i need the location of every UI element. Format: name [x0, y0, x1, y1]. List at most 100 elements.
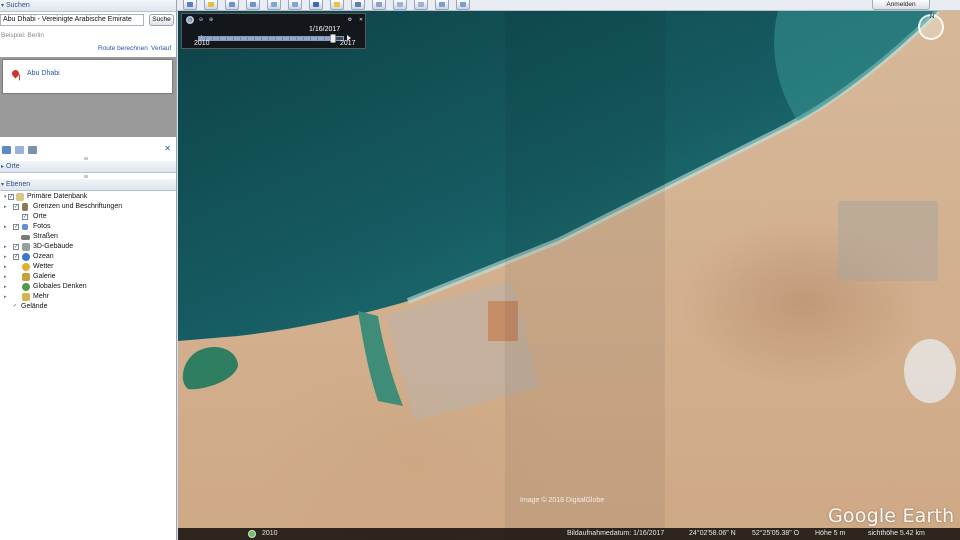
layer-row-terrain[interactable]: ✓ Gelände	[0, 302, 176, 312]
path-icon[interactable]	[246, 0, 260, 10]
tree-expander[interactable]: ▸	[4, 292, 7, 302]
layer-label: Globales Denken	[33, 283, 87, 290]
placemark-icon[interactable]	[204, 0, 218, 10]
layer-row-primary-database[interactable]: ▾ ✓ Primäre Datenbank	[0, 192, 176, 202]
imagery-date: Bildaufnahmedatum: 1/16/2017	[567, 530, 665, 537]
side-panel: ▾ Suchen Abu Dhabi - Vereinigte Arabisch…	[0, 0, 177, 540]
layer-label: Straßen	[33, 233, 58, 240]
time-slider-fill	[199, 37, 333, 40]
tree-expander[interactable]: ▸	[4, 242, 7, 252]
google-earth-logo: Google Earth	[828, 505, 955, 527]
expand-arrow-icon: ▸	[1, 164, 5, 170]
save-image-icon[interactable]	[435, 0, 449, 10]
new-document-icon[interactable]	[15, 145, 24, 154]
ruler-icon[interactable]	[372, 0, 386, 10]
lagoon	[182, 346, 238, 390]
map-view[interactable]: Image © 2018 DigitalGlobe Google Earth	[178, 11, 960, 540]
slider-end-year: 2017	[340, 40, 356, 47]
tree-expander[interactable]: ▸	[4, 262, 7, 272]
record-tour-icon[interactable]	[288, 0, 302, 10]
layer-row-weather[interactable]: ▸ Wetter	[0, 262, 176, 272]
imagery-seam	[505, 11, 665, 540]
ocean-globe-icon	[22, 253, 30, 261]
tree-expander[interactable]: ▸	[4, 222, 7, 232]
layer-label: Primäre Datenbank	[27, 193, 88, 200]
sun-icon	[22, 263, 30, 271]
longitude-readout: 52°25'05.38" O	[752, 530, 800, 537]
imagery-watermark: Image © 2018 DigitalGlobe	[520, 497, 605, 504]
places-header-label: Orte	[6, 163, 20, 170]
email-icon[interactable]	[393, 0, 407, 10]
historical-imagery-icon[interactable]	[309, 0, 323, 10]
layer-row-global-awareness[interactable]: ▸ Globales Denken	[0, 282, 176, 292]
clock-icon[interactable]: ◷	[186, 16, 194, 24]
search-hint: Beispiel: Berlin	[1, 32, 44, 39]
tree-expander[interactable]: ▸	[4, 272, 7, 282]
layer-label: Galerie	[33, 273, 56, 280]
layer-checkbox[interactable]: ✓	[22, 214, 28, 220]
route-link[interactable]: Route berechnen	[98, 45, 148, 52]
history-link[interactable]: Verlauf	[151, 45, 171, 52]
tree-expander[interactable]: ▸	[4, 282, 7, 292]
splitter-handle[interactable]	[84, 157, 88, 160]
collapse-arrow-icon: ▾	[1, 3, 5, 9]
layer-label: Orte	[33, 213, 47, 220]
placemark-pin-icon	[10, 68, 21, 79]
wrench-icon[interactable]: ⚙	[346, 16, 354, 24]
layer-row-places[interactable]: ✓ Orte	[0, 212, 176, 222]
sidebar-toggle-icon[interactable]	[183, 0, 197, 10]
layer-row-roads[interactable]: Straßen	[0, 232, 176, 242]
search-result-label[interactable]: Abu Dhabi	[27, 70, 60, 77]
industrial-site-3	[838, 201, 938, 281]
planet-icon[interactable]	[351, 0, 365, 10]
layer-checkbox[interactable]: ✓	[8, 194, 14, 200]
login-button[interactable]: Anmelden	[872, 0, 930, 10]
places-section-header[interactable]: ▸ Orte	[0, 161, 176, 173]
print-icon[interactable]	[414, 0, 428, 10]
tree-expander[interactable]: ▾	[4, 192, 7, 202]
layer-checkbox[interactable]: ✓	[13, 224, 19, 230]
polygon-icon[interactable]	[225, 0, 239, 10]
layer-checkbox[interactable]: ✓	[12, 304, 18, 310]
gallery-icon	[22, 273, 30, 281]
sunlight-icon[interactable]	[330, 0, 344, 10]
layer-row-photos[interactable]: ▸ ✓ Fotos	[0, 222, 176, 232]
layer-label: 3D-Gebäude	[33, 243, 74, 250]
latitude-readout: 24°02'58.06" N	[689, 530, 736, 537]
layer-row-borders[interactable]: ▸ ✓ Grenzen und Beschriftungen	[0, 202, 176, 212]
search-input[interactable]: Abu Dhabi - Vereinigte Arabische Emirate	[0, 14, 144, 26]
compass-north-label: N	[930, 14, 935, 20]
layer-row-ocean[interactable]: ▸ ✓ Ozean	[0, 252, 176, 262]
search-result-item[interactable]: Abu Dhabi	[2, 59, 173, 94]
time-slider-track[interactable]	[198, 34, 344, 43]
splitter-handle-2[interactable]	[84, 175, 88, 178]
flag-icon	[22, 203, 28, 211]
search-section-header[interactable]: ▾ Suchen	[0, 0, 176, 12]
layers-section-header[interactable]: ▾ Ebenen	[0, 179, 176, 191]
image-overlay-icon[interactable]	[267, 0, 281, 10]
zoom-in-icon[interactable]: ⊕	[207, 16, 215, 24]
close-slider-icon[interactable]: ✕	[357, 16, 365, 24]
status-year: 2010	[262, 530, 278, 537]
layer-label: Wetter	[33, 263, 54, 270]
search-button[interactable]: Suche	[149, 14, 174, 26]
search-header-label: Suchen	[6, 2, 30, 9]
add-folder-icon[interactable]	[2, 145, 11, 154]
layer-checkbox[interactable]: ✓	[13, 244, 19, 250]
tree-expander[interactable]: ▸	[4, 202, 7, 212]
layer-checkbox[interactable]: ✓	[13, 254, 19, 260]
historical-clock-icon[interactable]	[248, 530, 256, 538]
view-in-maps-icon[interactable]	[456, 0, 470, 10]
search-results-panel: Abu Dhabi	[0, 57, 176, 137]
layer-row-3d-buildings[interactable]: ▸ ✓ 3D-Gebäude	[0, 242, 176, 252]
building-icon	[22, 243, 30, 251]
layer-checkbox[interactable]: ✓	[13, 204, 19, 210]
print-small-icon[interactable]	[28, 145, 37, 154]
layer-row-more[interactable]: ▸ Mehr	[0, 292, 176, 302]
tree-expander[interactable]: ▸	[4, 252, 7, 262]
zoom-out-icon[interactable]: ⊖	[197, 16, 205, 24]
close-icon[interactable]: ✕	[164, 144, 171, 153]
layer-label: Gelände	[21, 303, 48, 310]
layer-row-gallery[interactable]: ▸ Galerie	[0, 272, 176, 282]
time-slider-thumb[interactable]	[329, 34, 336, 43]
